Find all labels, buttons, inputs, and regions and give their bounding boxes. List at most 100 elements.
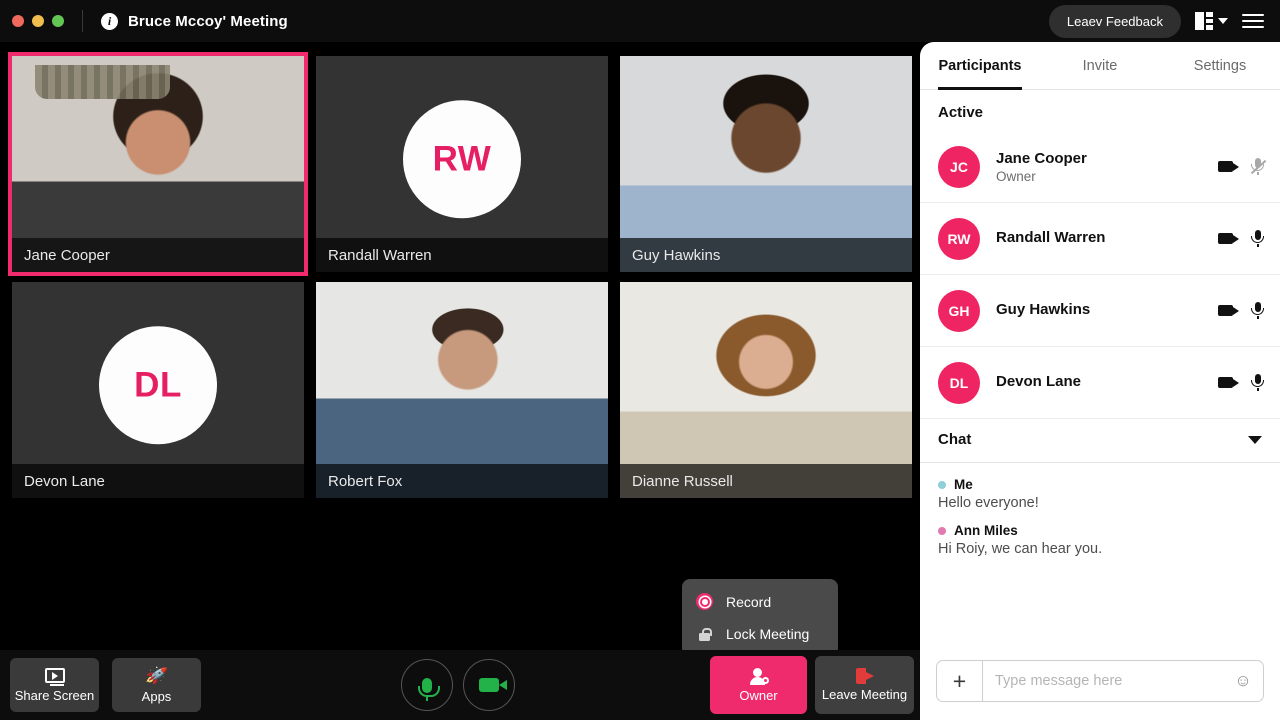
participant-row[interactable]: GH Guy Hawkins	[920, 275, 1280, 347]
participant-name: Guy Hawkins	[996, 301, 1091, 319]
participant-row[interactable]: RW Randall Warren	[920, 203, 1280, 275]
person-settings-icon	[749, 667, 769, 685]
video-tile[interactable]: DL Devon Lane	[12, 282, 304, 498]
chat-author: Me	[954, 477, 973, 492]
right-sidebar: Participants Invite Settings Active JC J…	[920, 42, 1280, 720]
participants-list: JC Jane Cooper Owner RW Randall Warren G…	[920, 131, 1280, 419]
title-bar: i Bruce Mccoy' Meeting Leaev Feedback	[0, 0, 1280, 42]
tile-name-label: Randall Warren	[316, 238, 608, 272]
participant-name: Randall Warren	[996, 229, 1106, 247]
avatar: JC	[938, 145, 980, 188]
owner-label: Owner	[739, 687, 778, 703]
video-tile[interactable]: Robert Fox	[316, 282, 608, 498]
share-screen-button[interactable]: Share Screen	[10, 658, 99, 712]
participant-name: Jane Cooper	[996, 149, 1087, 167]
apps-button[interactable]: 🚀 Apps	[112, 658, 201, 712]
leave-meeting-button[interactable]: Leave Meeting	[815, 656, 914, 714]
chat-message-header: Ann Miles	[938, 523, 1262, 538]
participant-controls	[1218, 230, 1264, 247]
owner-context-menu: Record Lock Meeting	[682, 579, 838, 656]
titlebar-divider	[82, 10, 83, 32]
camera-icon[interactable]	[1218, 161, 1239, 172]
apps-label: Apps	[141, 688, 172, 704]
add-attachment-button[interactable]: +	[937, 661, 983, 701]
tile-name-label: Jane Cooper	[12, 238, 304, 272]
tab-settings[interactable]: Settings	[1160, 42, 1280, 89]
emoji-smiley-icon[interactable]: ☺	[1223, 671, 1263, 691]
share-screen-label: Share Screen	[14, 687, 95, 703]
chat-header[interactable]: Chat	[920, 419, 1280, 463]
tab-invite[interactable]: Invite	[1040, 42, 1160, 89]
microphone-muted-icon[interactable]	[1250, 158, 1267, 175]
tab-participants[interactable]: Participants	[920, 42, 1040, 90]
close-window-button[interactable]	[12, 15, 24, 27]
rocket-icon: 🚀	[144, 663, 169, 687]
lock-meeting-menu-item[interactable]: Lock Meeting	[682, 618, 838, 650]
active-section-title: Active	[938, 104, 984, 121]
camera-icon	[479, 678, 507, 692]
maximize-window-button[interactable]	[52, 15, 64, 27]
participant-controls	[1218, 158, 1267, 175]
meeting-app: i Bruce Mccoy' Meeting Leaev Feedback Ja…	[0, 0, 1280, 720]
participant-name: Devon Lane	[996, 373, 1082, 391]
chat-author: Ann Miles	[954, 523, 1018, 538]
tile-name-label: Robert Fox	[316, 464, 608, 498]
window-controls	[0, 15, 64, 27]
video-tile[interactable]: RW Randall Warren	[316, 56, 608, 272]
presence-dot	[938, 480, 946, 489]
video-stage: Jane Cooper RW Randall Warren Guy Hawkin…	[0, 42, 920, 650]
exit-door-icon	[855, 668, 874, 684]
participant-controls	[1218, 302, 1264, 319]
info-icon[interactable]: i	[101, 12, 118, 30]
record-icon	[696, 593, 713, 610]
microphone-icon[interactable]	[1251, 230, 1264, 247]
leave-feedback-button[interactable]: Leaev Feedback	[1048, 4, 1181, 38]
chat-title: Chat	[938, 431, 972, 448]
chat-composer: + ☺	[920, 660, 1280, 720]
layout-selector[interactable]	[1195, 12, 1228, 31]
tile-name-label: Dianne Russell	[620, 464, 912, 498]
camera-icon[interactable]	[1218, 305, 1239, 316]
toggle-camera-button[interactable]	[463, 659, 515, 711]
camera-icon[interactable]	[1218, 233, 1239, 244]
tile-name-label: Guy Hawkins	[620, 238, 912, 272]
hamburger-menu-icon[interactable]	[1242, 14, 1264, 28]
participant-row[interactable]: JC Jane Cooper Owner	[920, 131, 1280, 203]
lock-meeting-menu-label: Lock Meeting	[726, 626, 810, 642]
composer-field-group: + ☺	[936, 660, 1264, 702]
chat-message: Ann Miles Hi Roiy, we can hear you.	[938, 523, 1262, 557]
chat-message-header: Me	[938, 477, 1262, 492]
participant-info: Jane Cooper Owner	[996, 149, 1218, 184]
microphone-icon[interactable]	[1251, 374, 1264, 391]
video-tile[interactable]: Guy Hawkins	[620, 56, 912, 272]
toggle-microphone-button[interactable]	[401, 659, 453, 711]
leave-meeting-label: Leave Meeting	[821, 687, 908, 702]
record-menu-label: Record	[726, 593, 772, 610]
participant-row[interactable]: DL Devon Lane	[920, 347, 1280, 419]
participant-avatar: DL	[99, 326, 217, 445]
chat-text: Hello everyone!	[938, 495, 1039, 511]
page-title: Bruce Mccoy' Meeting	[128, 12, 288, 30]
microphone-icon	[418, 677, 440, 701]
camera-icon[interactable]	[1218, 377, 1239, 388]
titlebar-actions: Leaev Feedback	[1048, 4, 1280, 38]
chat-message: Me Hello everyone!	[938, 477, 1262, 511]
video-tile[interactable]: Jane Cooper	[8, 52, 308, 276]
layout-grid-icon	[1195, 12, 1213, 31]
video-grid: Jane Cooper RW Randall Warren Guy Hawkin…	[8, 52, 912, 498]
participant-role: Owner	[996, 169, 1036, 185]
chevron-down-icon[interactable]	[1248, 435, 1262, 444]
meeting-title-group: i Bruce Mccoy' Meeting	[101, 12, 288, 30]
lock-icon	[696, 627, 713, 641]
minimize-window-button[interactable]	[32, 15, 44, 27]
owner-button[interactable]: Owner	[710, 656, 807, 714]
participant-controls	[1218, 374, 1264, 391]
screen-share-icon	[44, 667, 65, 686]
video-tile[interactable]: Dianne Russell	[620, 282, 912, 498]
record-menu-item[interactable]: Record	[682, 585, 838, 618]
message-input[interactable]	[983, 661, 1223, 701]
participant-info: Randall Warren	[996, 228, 1218, 248]
participant-info: Devon Lane	[996, 372, 1218, 392]
microphone-icon[interactable]	[1251, 302, 1264, 319]
sidebar-tabs: Participants Invite Settings	[920, 42, 1280, 90]
